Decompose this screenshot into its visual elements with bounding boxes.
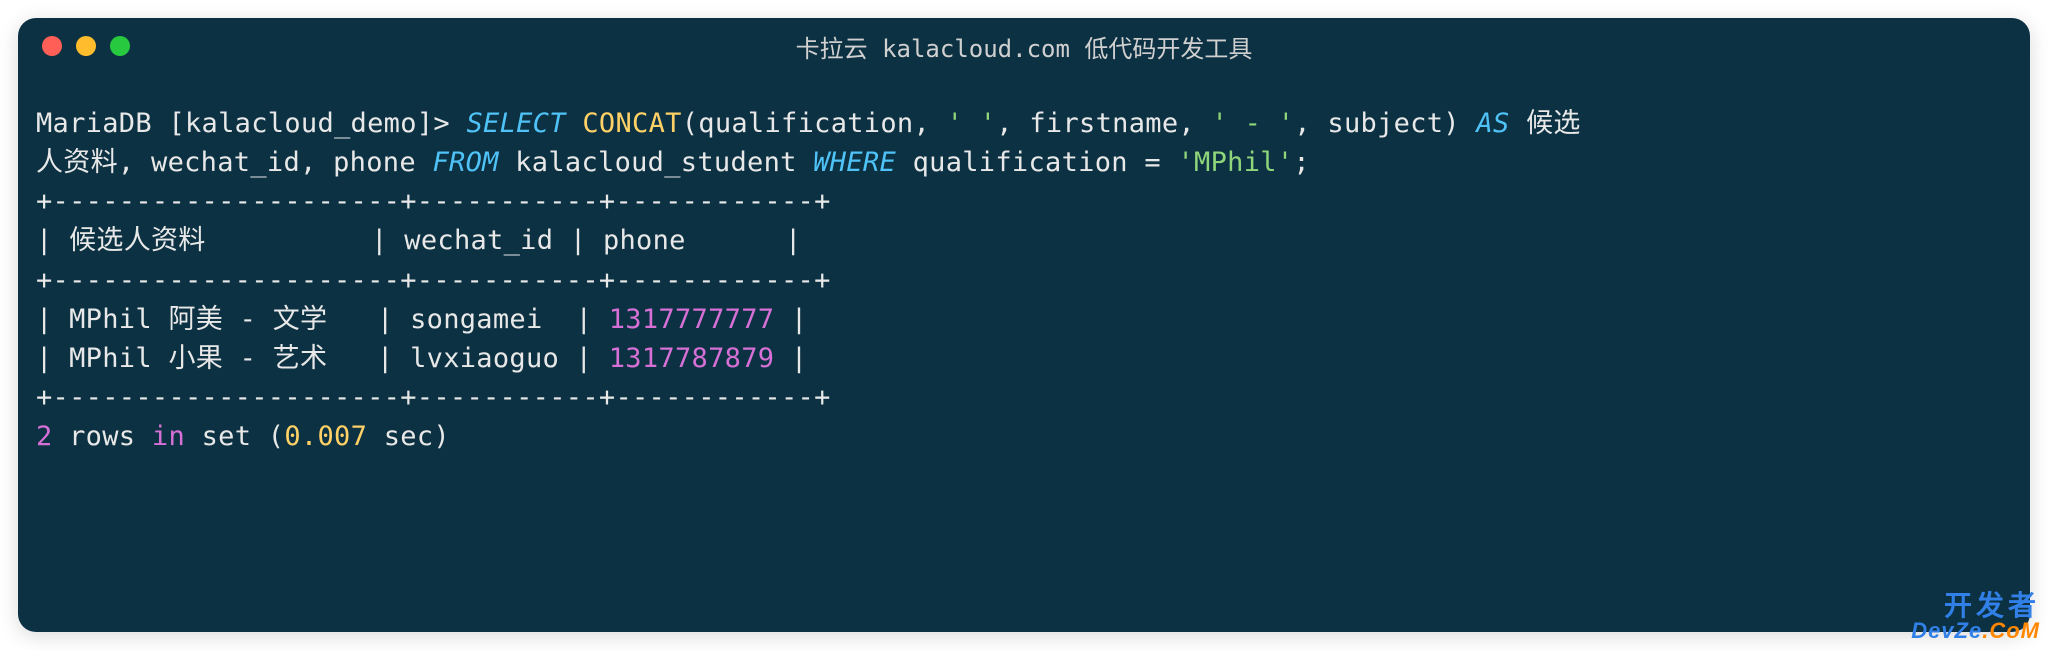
- summary-set-text: set (: [185, 421, 284, 452]
- table-row-2-post: |: [774, 343, 807, 374]
- sql-cond-val: 'MPhil': [1177, 147, 1293, 178]
- table-row-2-phone: 1317787879: [609, 343, 775, 374]
- window-title: 卡拉云 kalacloud.com 低代码开发工具: [796, 29, 1253, 64]
- sql-keyword-as: AS: [1476, 108, 1509, 139]
- terminal-body[interactable]: MariaDB [kalacloud_demo]> SELECT CONCAT(…: [18, 74, 2030, 474]
- sql-keyword-where: WHERE: [813, 147, 896, 178]
- sql-comma-1: , firstname,: [996, 108, 1211, 139]
- sql-args-open: (qualification,: [682, 108, 947, 139]
- minimize-icon[interactable]: [76, 36, 96, 56]
- table-row-2-pre: | MPhil 小果 - 艺术 | lvxiaoguo |: [36, 343, 609, 374]
- prompt: MariaDB [kalacloud_demo]>: [36, 108, 466, 139]
- table-header: | 候选人资料 | wechat_id | phone |: [36, 225, 802, 256]
- watermark-line2: DevZe.CoM: [1911, 620, 2040, 642]
- sql-alias2: 人资料, wechat_id, phone: [36, 147, 432, 178]
- summary-in: in: [152, 421, 185, 452]
- sql-keyword-from: FROM: [432, 147, 498, 178]
- watermark: 开发者 DevZe.CoM: [1911, 592, 2040, 642]
- table-row-1-phone: 1317777777: [609, 304, 775, 335]
- sql-table: kalacloud_student: [499, 147, 814, 178]
- summary-sec-text: sec): [367, 421, 450, 452]
- sql-keyword-select: SELECT: [466, 108, 565, 139]
- sql-semicolon: ;: [1293, 147, 1310, 178]
- summary-rows: 2: [36, 421, 53, 452]
- terminal-window: 卡拉云 kalacloud.com 低代码开发工具 MariaDB [kalac…: [18, 18, 2030, 632]
- maximize-icon[interactable]: [110, 36, 130, 56]
- table-row-1-pre: | MPhil 阿美 - 文学 | songamei |: [36, 304, 609, 335]
- sql-space: [566, 108, 583, 139]
- sql-cond-col: qualification =: [896, 147, 1177, 178]
- watermark-line1: 开发者: [1911, 592, 2040, 620]
- sql-function-concat: CONCAT: [582, 108, 681, 139]
- sql-alias: 候选: [1510, 108, 1581, 139]
- table-border-top: +---------------------+-----------+-----…: [36, 186, 831, 217]
- summary-sec: 0.007: [284, 421, 367, 452]
- table-border-mid: +---------------------+-----------+-----…: [36, 265, 831, 296]
- traffic-lights: [42, 36, 130, 56]
- sql-string-1: ' ': [947, 108, 997, 139]
- table-border-bot: +---------------------+-----------+-----…: [36, 382, 831, 413]
- titlebar: 卡拉云 kalacloud.com 低代码开发工具: [18, 18, 2030, 74]
- close-icon[interactable]: [42, 36, 62, 56]
- table-row-1-post: |: [774, 304, 807, 335]
- sql-string-2: ' - ': [1212, 108, 1295, 139]
- sql-comma-2: , subject): [1294, 108, 1476, 139]
- summary-rows-text: rows: [53, 421, 152, 452]
